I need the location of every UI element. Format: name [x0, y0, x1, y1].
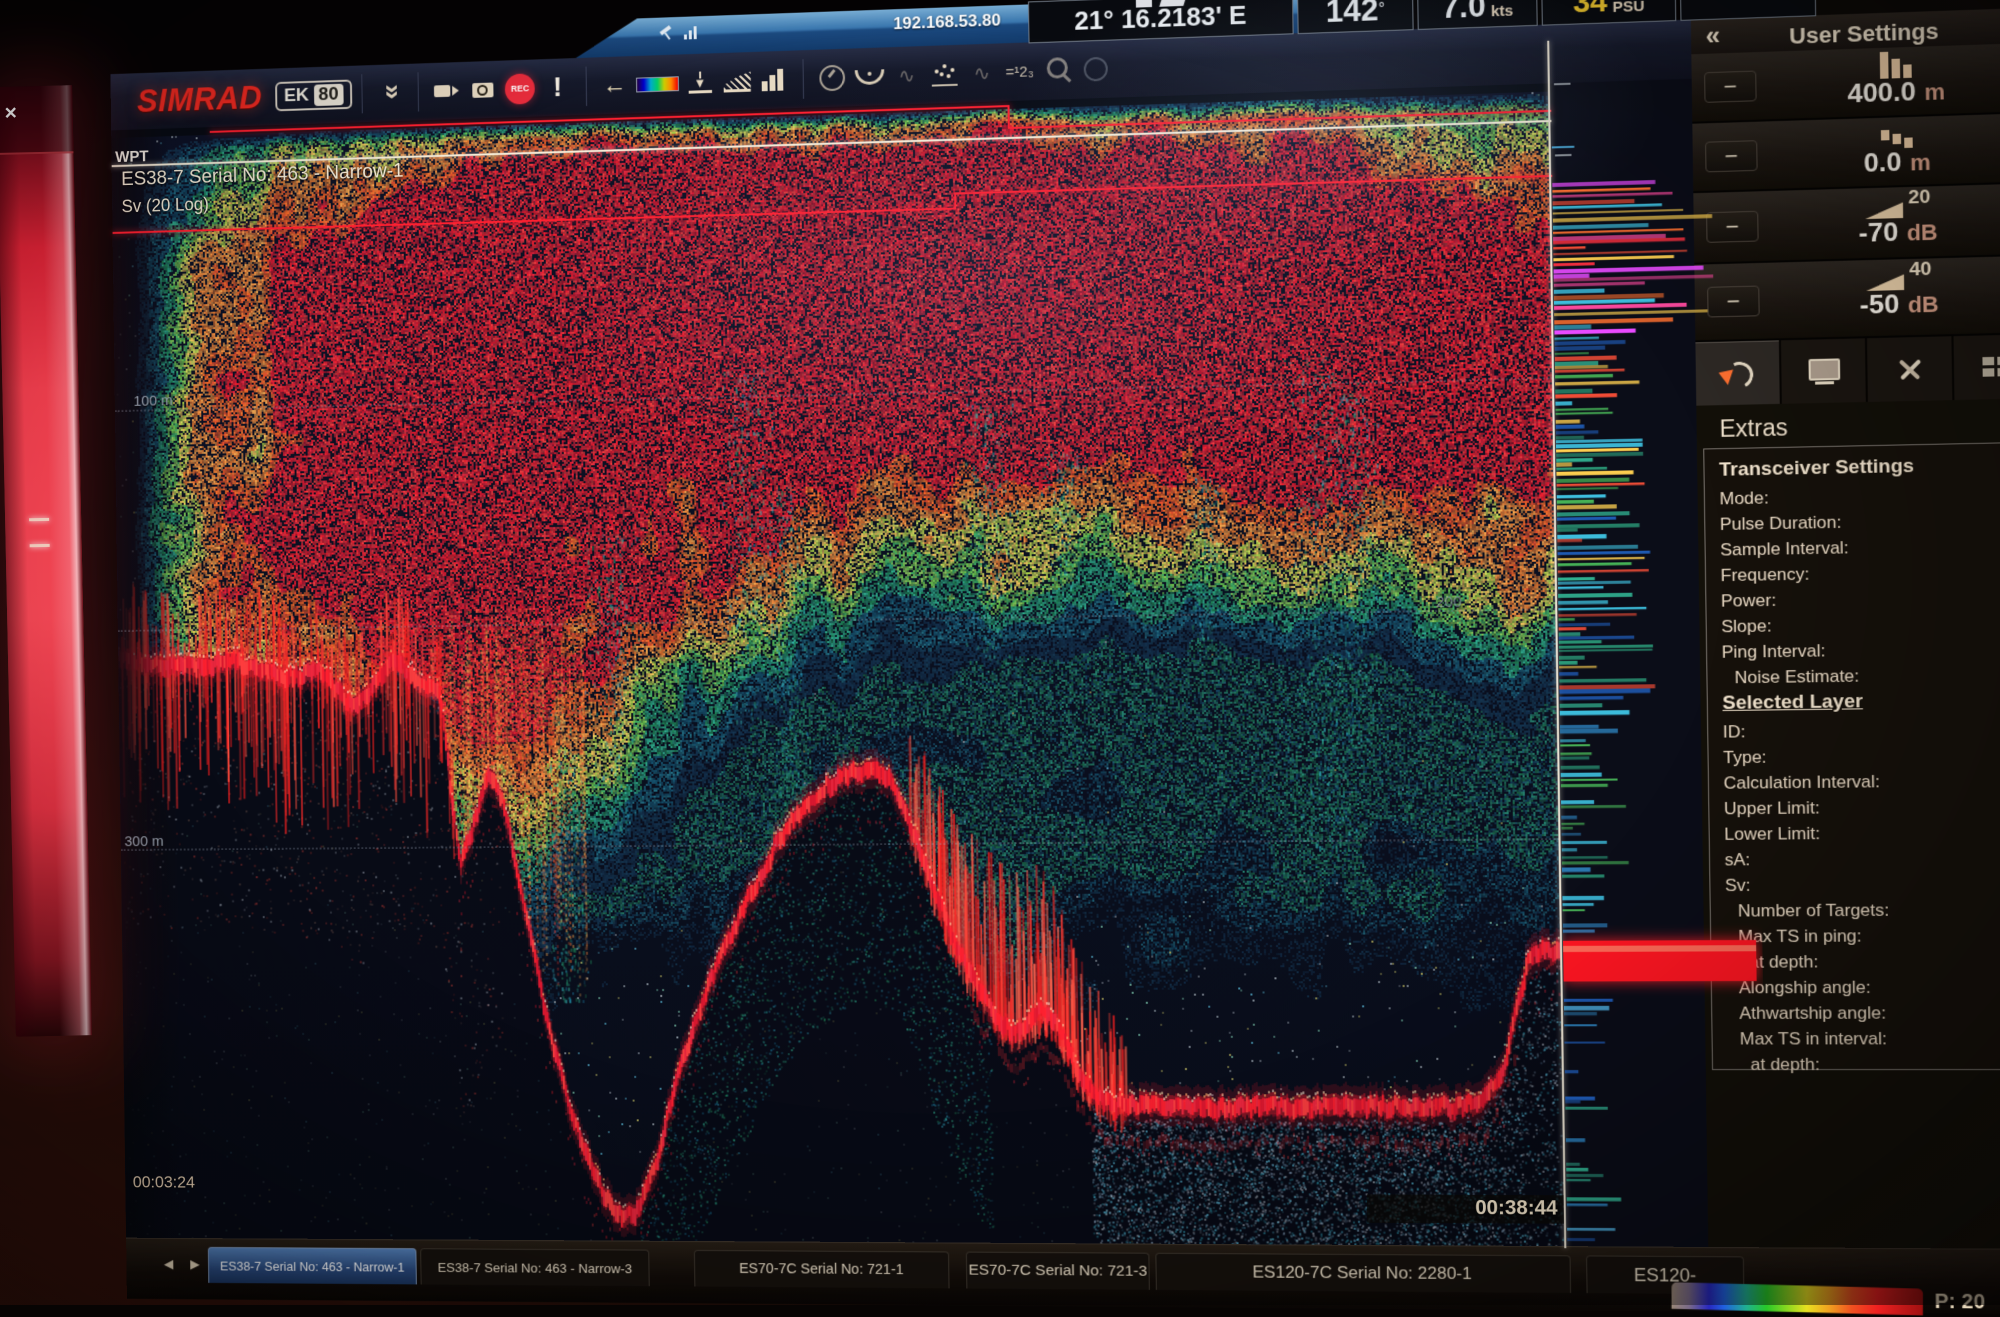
toolbar-separator	[802, 59, 804, 99]
ping-counter-label: P: 20	[1934, 1291, 1985, 1315]
extras-row: Power:40	[1721, 583, 2000, 614]
fish-school-icon[interactable]	[927, 54, 961, 95]
sidebar-tab-monitor[interactable]	[1781, 338, 1866, 404]
zoom-magnifier-icon[interactable]	[1040, 50, 1074, 91]
surface-line-step	[1008, 105, 1010, 129]
channel-mode-label: Sv (20 Log)	[121, 194, 209, 217]
extras-row: Max TS in interval:	[1727, 1026, 2000, 1052]
tabs-next-button[interactable]: ▶	[190, 1257, 200, 1273]
model-number-label: 80	[314, 84, 344, 106]
waypoint-label: WPT	[115, 149, 149, 167]
motion-wave-icon[interactable]: ∿	[890, 55, 924, 96]
user-setting-value-area[interactable]: 400.0m	[1764, 47, 2000, 112]
live-ping-trace-canvas	[1551, 77, 1767, 1249]
channel-tab[interactable]: ES70-7C Serial No: 721-1	[694, 1250, 950, 1288]
extras-row: Sv:	[1725, 871, 2000, 899]
time-end-label: 00:38:44	[1367, 1194, 1564, 1223]
salinity-unit: PSU	[1612, 0, 1644, 22]
extras-row: at depth:	[1726, 948, 2000, 975]
ek80-model-badge: EK 80	[275, 79, 352, 111]
sidebar-tab-grid[interactable]	[1954, 334, 2000, 400]
extras-row: Upper Limit:2	[1724, 793, 2000, 821]
secondary-screen-sheen	[0, 85, 92, 1036]
extras-row: at depth:	[1727, 1051, 2000, 1077]
integration-area-icon[interactable]	[720, 61, 754, 102]
extras-row: Alongship angle:	[1726, 974, 2000, 1001]
extras-row: Athwartship angle:	[1727, 1000, 2000, 1026]
tabs-prev-button[interactable]: ◀	[164, 1256, 174, 1272]
simrad-logo: SIMRAD	[137, 79, 263, 120]
heading-value: 142	[1325, 0, 1378, 30]
user-setting-value-area[interactable]: 40-50dB	[1767, 260, 2000, 323]
tools-icon	[1894, 353, 1926, 385]
monitor-icon	[1806, 356, 1840, 385]
echogram-canvas[interactable]	[111, 83, 1565, 1248]
toolbar-separator	[585, 67, 587, 106]
photo-background: × 192.168.53.80 + ¹23 21° 16.2183' E 142…	[0, 0, 2000, 1305]
collapse-double-chevron-icon[interactable]: «	[371, 76, 410, 111]
monitor-screen: 192.168.53.80 + ¹23 21° 16.2183' E 142° …	[110, 0, 2000, 1313]
model-badge-label: EK	[284, 85, 309, 107]
time-start-label: 00:03:24	[133, 1173, 195, 1193]
channel-tab[interactable]: ES38-7 Serial No: 463 - Narrow-3	[420, 1248, 650, 1286]
salinity-value: 34	[1573, 0, 1608, 21]
secondary-screen-edge: ×	[0, 85, 92, 1036]
upper-layer-step	[954, 193, 956, 210]
depth-label-100m: 100 m	[133, 392, 172, 409]
secondary-screen-mark	[30, 544, 50, 547]
gain-dial-icon[interactable]	[815, 58, 849, 99]
heading-unit: °	[1378, 3, 1385, 17]
secondary-screen-mark	[29, 518, 49, 521]
camcorder-icon[interactable]	[430, 71, 463, 111]
speed-unit: kts	[1491, 2, 1514, 26]
cropped-window-text	[1136, 0, 1195, 15]
histogram-icon[interactable]	[757, 60, 791, 101]
toolbar-separator	[361, 74, 362, 113]
grid-icon	[1981, 354, 2000, 379]
extras-row: Slope:10	[1721, 609, 2000, 639]
back-arrow-icon[interactable]: ←	[598, 65, 631, 106]
transducer-icon[interactable]	[852, 56, 886, 97]
depth-label-200m: 200	[1436, 593, 1462, 611]
camera-icon[interactable]	[466, 70, 499, 110]
rec-record-icon[interactable]: REC	[502, 68, 537, 108]
status-circle-icon[interactable]	[1078, 49, 1113, 90]
depth-label-300m: 300 m	[124, 833, 163, 850]
extras-row: Type:F	[1723, 741, 2000, 770]
alert-exclaim-icon[interactable]: !	[541, 67, 574, 107]
toolbar-separator	[417, 72, 418, 111]
colour-scale-icon[interactable]	[635, 63, 680, 104]
speed-value: 7.0	[1441, 0, 1486, 26]
sidebar-tab-tools[interactable]	[1867, 336, 1952, 402]
selected-layer-title: Selected Layer	[1722, 687, 2000, 720]
extras-row: Calculation Interval:4	[1723, 767, 2000, 796]
channel-tab[interactable]: ES120-7C Serial No: 2280-1	[1155, 1253, 1571, 1293]
channel-tab[interactable]: ES70-7C Serial No: 721-3	[966, 1252, 1150, 1290]
ping-wave-icon[interactable]: ∿	[965, 52, 999, 93]
nav-heading-box: 142°	[1297, 0, 1414, 34]
user-setting-value-area[interactable]: 0.0m	[1765, 117, 2000, 181]
bottom-detection-icon[interactable]: ▼	[683, 62, 717, 103]
extras-row: ID:L	[1723, 715, 2000, 744]
extras-row: Number of Targets:	[1725, 896, 2000, 923]
close-icon[interactable]: ×	[4, 102, 17, 123]
user-setting-value-area[interactable]: 20-70dB	[1766, 188, 2000, 252]
extras-row: sA:4	[1724, 845, 2000, 873]
extras-row: Noise Estimate:-1	[1722, 661, 2000, 691]
channel-tab[interactable]: ES38-7 Serial No: 463 - Narrow-1	[208, 1247, 417, 1285]
numeric-list-icon[interactable]: =¹2₃	[1003, 51, 1037, 92]
extras-row: Max TS in ping:	[1726, 922, 2000, 949]
setting-value: 0.0m	[1766, 142, 2000, 182]
extras-row: Lower Limit:(	[1724, 819, 2000, 847]
echogram-view[interactable]	[111, 83, 1565, 1248]
nav-speed-box: 7.0kts	[1417, 0, 1538, 30]
extras-row: Ping Interval:8	[1722, 635, 2000, 665]
